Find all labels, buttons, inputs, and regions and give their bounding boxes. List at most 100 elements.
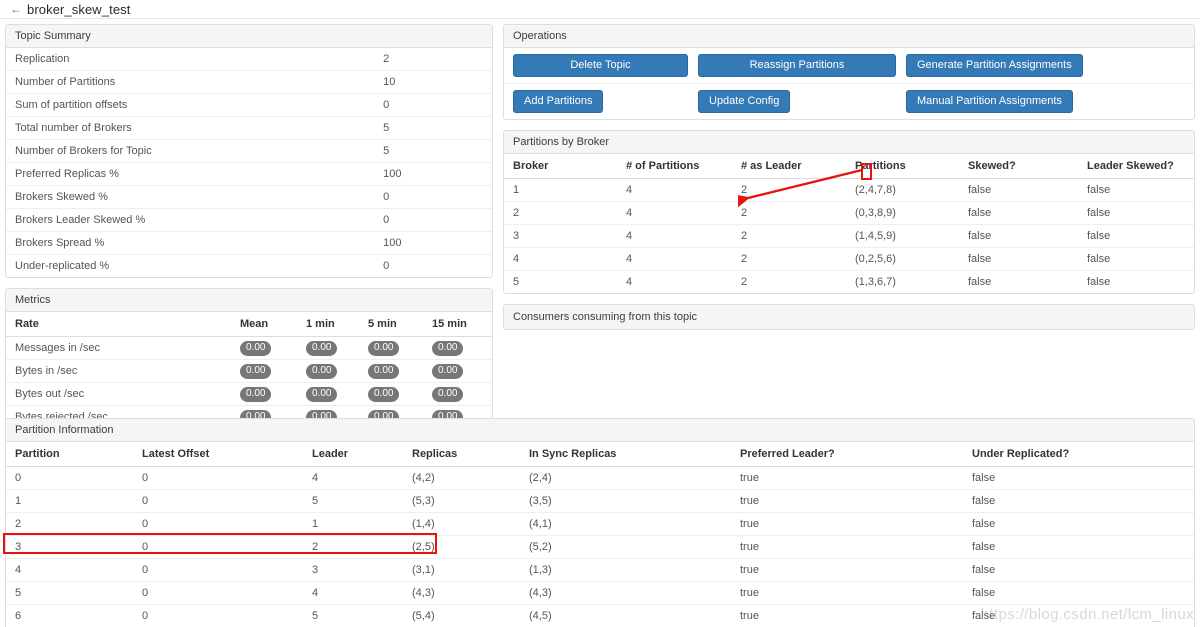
table-row: 0 0 4 (4,2) (2,4) true false: [6, 467, 1194, 490]
summary-spacer: [449, 231, 492, 255]
summary-label: Number of Partitions: [6, 70, 375, 94]
broker-partitions: (0,2,5,6): [846, 247, 959, 271]
table-header-row: Broker # of Partitions # as Leader Parti…: [504, 154, 1194, 179]
metric-1min: 0.00: [297, 337, 359, 360]
partition-id: 0: [15, 472, 22, 484]
partition-leader-link[interactable]: 3: [303, 558, 403, 582]
metric-1min: 0.00: [297, 382, 359, 406]
table-header-row: Rate Mean 1 min 5 min 15 min: [6, 312, 492, 337]
broker-leader-skewed: false: [1078, 201, 1194, 225]
table-row: Replication 2: [6, 48, 492, 71]
metric-mean: 0.00: [231, 382, 297, 406]
summary-label: Brokers Skewed %: [6, 185, 375, 209]
page-root: ← broker_skew_test Topic Summary Replica…: [0, 0, 1200, 627]
metric-mean: 0.00: [231, 359, 297, 383]
partition-leader-link[interactable]: 1: [303, 512, 403, 536]
broker-link[interactable]: 2: [504, 201, 617, 225]
col-broker: Broker: [504, 154, 617, 179]
table-row: Brokers Spread % 100: [6, 231, 492, 255]
value-badge: 0.00: [306, 363, 338, 379]
broker-link[interactable]: 1: [504, 179, 617, 202]
table-row-highlighted: 4 0 3 (3,1) (1,3) true false: [6, 558, 1194, 582]
partition-id: 6: [6, 604, 133, 627]
partition-isr: (4,1): [520, 512, 731, 536]
summary-spacer: [449, 162, 492, 186]
partition-leader-link[interactable]: 5: [303, 604, 403, 627]
col-15min: 15 min: [423, 312, 492, 337]
value-badge: 0.00: [240, 363, 272, 379]
partition-id: 1: [6, 489, 133, 513]
partition-under-replicated: false: [963, 558, 1194, 582]
back-arrow-icon[interactable]: ←: [10, 3, 22, 15]
broker-num-partitions: 4: [617, 224, 732, 248]
page-title: broker_skew_test: [27, 1, 131, 17]
broker-link[interactable]: 3: [504, 224, 617, 248]
partitions-by-broker-title: Partitions by Broker: [504, 131, 1194, 154]
update-config-button[interactable]: Update Config: [698, 90, 791, 113]
left-column: Topic Summary Replication 2 Number of Pa…: [5, 24, 493, 485]
manual-partition-assignments-button[interactable]: Manual Partition Assignments: [906, 90, 1073, 113]
summary-label: Sum of partition offsets: [6, 93, 375, 117]
operations-panel: Operations Delete Topic Reassign Partiti…: [503, 24, 1195, 120]
broker-link[interactable]: 5: [504, 270, 617, 293]
broker-leader-skewed: false: [1078, 247, 1194, 271]
partition-leader-link[interactable]: 5: [303, 489, 403, 513]
add-partitions-button[interactable]: Add Partitions: [513, 90, 604, 113]
partition-preferred-leader: true: [731, 558, 963, 582]
table-row: 4 4 2 (0,2,5,6) false false: [504, 247, 1194, 271]
col-num-as-leader: # as Leader: [732, 154, 846, 179]
partition-preferred-leader: true: [731, 535, 963, 559]
summary-label: Brokers Spread %: [6, 231, 375, 255]
table-row: 1 0 5 (5,3) (3,5) true false: [6, 489, 1194, 513]
partition-isr: (4,5): [520, 604, 731, 627]
summary-label: Total number of Brokers: [6, 116, 375, 140]
broker-partitions: (0,3,8,9): [846, 201, 959, 225]
table-row: 1 4 2 (2,4,7,8) false false: [504, 179, 1194, 202]
value-badge: 0.00: [368, 340, 400, 356]
partition-leader-link[interactable]: 4: [303, 581, 403, 605]
watermark-text: https://blog.csdn.net/lcm_linux: [980, 606, 1194, 623]
partition-replicas: (5,3): [403, 489, 520, 513]
value-badge: 0.00: [306, 386, 338, 402]
value-badge: 0.00: [306, 340, 338, 356]
summary-value: 0: [374, 254, 450, 277]
broker-num-as-leader: 2: [732, 247, 846, 271]
partition-latest-offset: 0: [133, 489, 303, 513]
partition-information-table: Partition Latest Offset Leader Replicas …: [6, 442, 1194, 627]
broker-num-as-leader: 2: [732, 270, 846, 293]
partition-leader-link[interactable]: 2: [303, 535, 403, 559]
update-config-slot: Update Config: [698, 90, 896, 113]
partition-under-replicated: false: [963, 535, 1194, 559]
summary-spacer: [449, 48, 492, 71]
table-row: Total number of Brokers 5: [6, 116, 492, 140]
partition-replicas: (2,5): [403, 535, 520, 559]
partition-leader-link[interactable]: 4: [303, 467, 403, 490]
col-rate: Rate: [6, 312, 231, 337]
col-mean: Mean: [231, 312, 297, 337]
table-row: 5 4 2 (1,3,6,7) false false: [504, 270, 1194, 293]
broker-leader-skewed: false: [1087, 184, 1111, 196]
partition-under-replicated: false: [963, 489, 1194, 513]
broker-leader-skewed: false: [1078, 224, 1194, 248]
consumers-panel-title: Consumers consuming from this topic: [503, 304, 1195, 330]
partition-preferred-leader: true: [731, 604, 963, 627]
summary-value: 100: [374, 162, 450, 186]
generate-partition-assignments-button[interactable]: Generate Partition Assignments: [906, 54, 1083, 77]
metric-5min: 0.00: [359, 382, 423, 406]
partition-under-replicated: false: [972, 472, 996, 484]
partition-replicas: (4,3): [403, 581, 520, 605]
reassign-partitions-button[interactable]: Reassign Partitions: [698, 54, 896, 77]
delete-topic-button[interactable]: Delete Topic: [513, 54, 688, 77]
broker-link[interactable]: 4: [504, 247, 617, 271]
summary-value: 5: [374, 116, 450, 140]
partition-isr: (1,3): [520, 558, 731, 582]
partition-id: 3: [6, 535, 133, 559]
table-row: Under-replicated % 0: [6, 254, 492, 277]
col-partition: Partition: [6, 442, 133, 467]
summary-label: Under-replicated %: [6, 254, 375, 277]
col-leader: Leader: [303, 442, 403, 467]
partition-id: 4: [6, 558, 133, 582]
table-row: Brokers Skewed % 0: [6, 185, 492, 209]
col-replicas: Replicas: [403, 442, 520, 467]
table-header-row: Partition Latest Offset Leader Replicas …: [6, 442, 1194, 467]
